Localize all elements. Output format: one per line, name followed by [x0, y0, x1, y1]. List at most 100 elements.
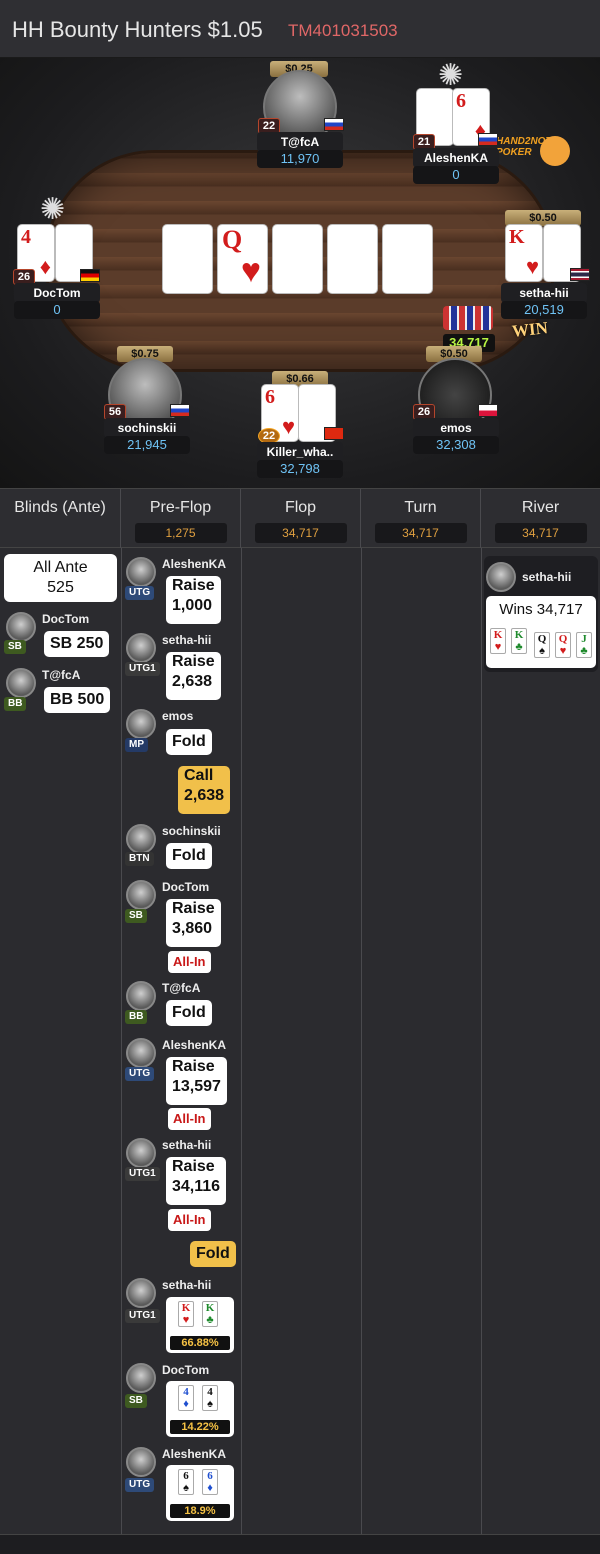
street-pot: 34,717 [374, 523, 467, 543]
column-blinds[interactable]: Blinds (Ante) [0, 489, 121, 549]
board-card: Q ♥ [217, 224, 268, 294]
column-divider [361, 548, 362, 1534]
logo-face-icon [540, 136, 570, 166]
position-badge: SB [4, 640, 26, 654]
winner-name: setha-hii [522, 570, 572, 584]
column-flop[interactable]: Flop 34,717 [241, 489, 361, 549]
avatar[interactable] [126, 557, 156, 587]
position-badge: UTG1 [125, 662, 160, 676]
action-bubble: Raise 34,116 [166, 1157, 227, 1205]
winner-panel: setha-hii Wins 34,717 K ♥ K ♣ Q ♠ Q ♥ J ♣ [484, 556, 598, 672]
player-stack: 0 [14, 301, 100, 319]
avatar[interactable] [126, 1447, 156, 1477]
action-bubble: BB 500 [44, 687, 111, 713]
player-name: Killer_wha.. [257, 442, 343, 462]
street-pot: 34,717 [494, 523, 587, 543]
avatar[interactable] [126, 880, 156, 910]
player-stack: 0 [413, 166, 499, 184]
avatar[interactable] [126, 633, 156, 663]
site-logo: HAND2NOTE POKER [496, 136, 578, 166]
board-card: 8 ♣ [327, 224, 378, 294]
avatar[interactable] [126, 1278, 156, 1308]
player-stack: 21,945 [104, 436, 190, 454]
avatar[interactable] [126, 709, 156, 739]
player-stack: 32,798 [257, 460, 343, 478]
mini-card: K ♥ [178, 1301, 194, 1327]
position-badge: BB [4, 697, 27, 711]
position-badge: BTN [125, 852, 154, 866]
player-name: emos [413, 418, 499, 438]
avatar[interactable] [486, 562, 516, 592]
position-badge: UTG1 [125, 1309, 160, 1323]
win-badge: WIN [511, 318, 549, 341]
flag-icon [324, 427, 344, 440]
street-header: Blinds (Ante) Pre-Flop 1,275 Flop 34,717 T… [0, 488, 600, 549]
action-bubble: Raise 2,638 [166, 652, 221, 700]
flag-icon [570, 268, 590, 281]
column-turn[interactable]: Turn 34,717 [361, 489, 481, 549]
mini-card: K ♣ [202, 1301, 218, 1327]
mini-card: 4 ♦ [178, 1385, 194, 1411]
hole-card: K ♥ [505, 224, 543, 282]
position-badge: SB [125, 1394, 147, 1408]
avatar[interactable] [126, 1363, 156, 1393]
avatar[interactable] [126, 824, 156, 854]
avatar[interactable] [6, 668, 36, 698]
player-stack: 32,308 [413, 436, 499, 454]
position-badge: BB [125, 1010, 148, 1024]
pot-chips-icon [443, 306, 493, 330]
showdown-hand: 6 ♠ 6 ♦ 18.9% [166, 1465, 234, 1521]
flag-icon [478, 404, 498, 417]
action-bubble: Fold [166, 1000, 212, 1026]
player-name: DocTom [42, 612, 90, 626]
player-name: emos [162, 709, 194, 723]
showdown-hand: K ♥ K ♣ 66.88% [166, 1297, 234, 1353]
window-title: HH Bounty Hunters $1.05 [12, 17, 263, 42]
mini-card: Q ♥ [555, 632, 571, 658]
player-name: AleshenKA [162, 1447, 227, 1461]
player-name: T@fcA [42, 668, 81, 682]
avatar[interactable] [126, 1038, 156, 1068]
position-badge: UTG1 [125, 1167, 160, 1181]
column-river[interactable]: River 34,717 [481, 489, 600, 549]
player-name: sochinskii [104, 418, 190, 438]
action-bubble: Fold [166, 843, 212, 869]
player-name: setha-hii [162, 1138, 212, 1152]
player-name: DocTom [162, 880, 210, 894]
player-name: AleshenKA [162, 1038, 227, 1052]
player-name: sochinskii [162, 824, 221, 838]
hand-id: TM401031503 [288, 21, 398, 40]
bounty-crack-icon: ✺ [40, 193, 66, 226]
action-bubble: SB 250 [44, 631, 110, 657]
position-badge: UTG [125, 586, 155, 600]
player-name: setha-hii [501, 283, 587, 303]
column-divider [241, 548, 242, 1534]
column-preflop[interactable]: Pre-Flop 1,275 [121, 489, 241, 549]
position-badge: SB [125, 909, 147, 923]
equity-percent: 18.9% [170, 1504, 230, 1518]
winner-amount: Wins 34,717 [499, 601, 583, 618]
flag-icon [324, 118, 344, 131]
player-name: T@fcA [162, 981, 201, 995]
equity-percent: 14.22% [170, 1420, 230, 1434]
action-bubble: Raise 13,597 [166, 1057, 227, 1105]
title-bar: HH Bounty Hunters $1.05 TM401031503 [0, 0, 600, 58]
poker-table-view: HAND2NOTE POKER 3 ♠ Q ♥ Q ♠ 8 ♣ J ♣ 34,717 $0… [0, 58, 600, 505]
bounty-crack-icon: ✺ [438, 59, 464, 92]
action-bubble: Raise 3,860 [166, 899, 221, 947]
player-stack: 11,970 [257, 150, 343, 168]
position-badge: UTG [125, 1478, 155, 1492]
player-name: T@fcA [257, 132, 343, 152]
board-card: Q ♠ [272, 224, 323, 294]
player-name: DocTom [162, 1363, 210, 1377]
avatar[interactable] [126, 1138, 156, 1168]
avatar[interactable] [126, 981, 156, 1011]
mini-card: J ♣ [576, 632, 592, 658]
action-history: All Ante 525 SB DocTom SB 250 BB T@fcA BB… [0, 548, 600, 1534]
avatar[interactable] [6, 612, 36, 642]
flag-icon [80, 269, 100, 282]
hero-action-bubble: Call 2,638 [178, 766, 231, 814]
player-name: AleshenKA [413, 148, 499, 168]
position-badge: MP [125, 738, 148, 752]
column-divider [481, 548, 482, 1534]
